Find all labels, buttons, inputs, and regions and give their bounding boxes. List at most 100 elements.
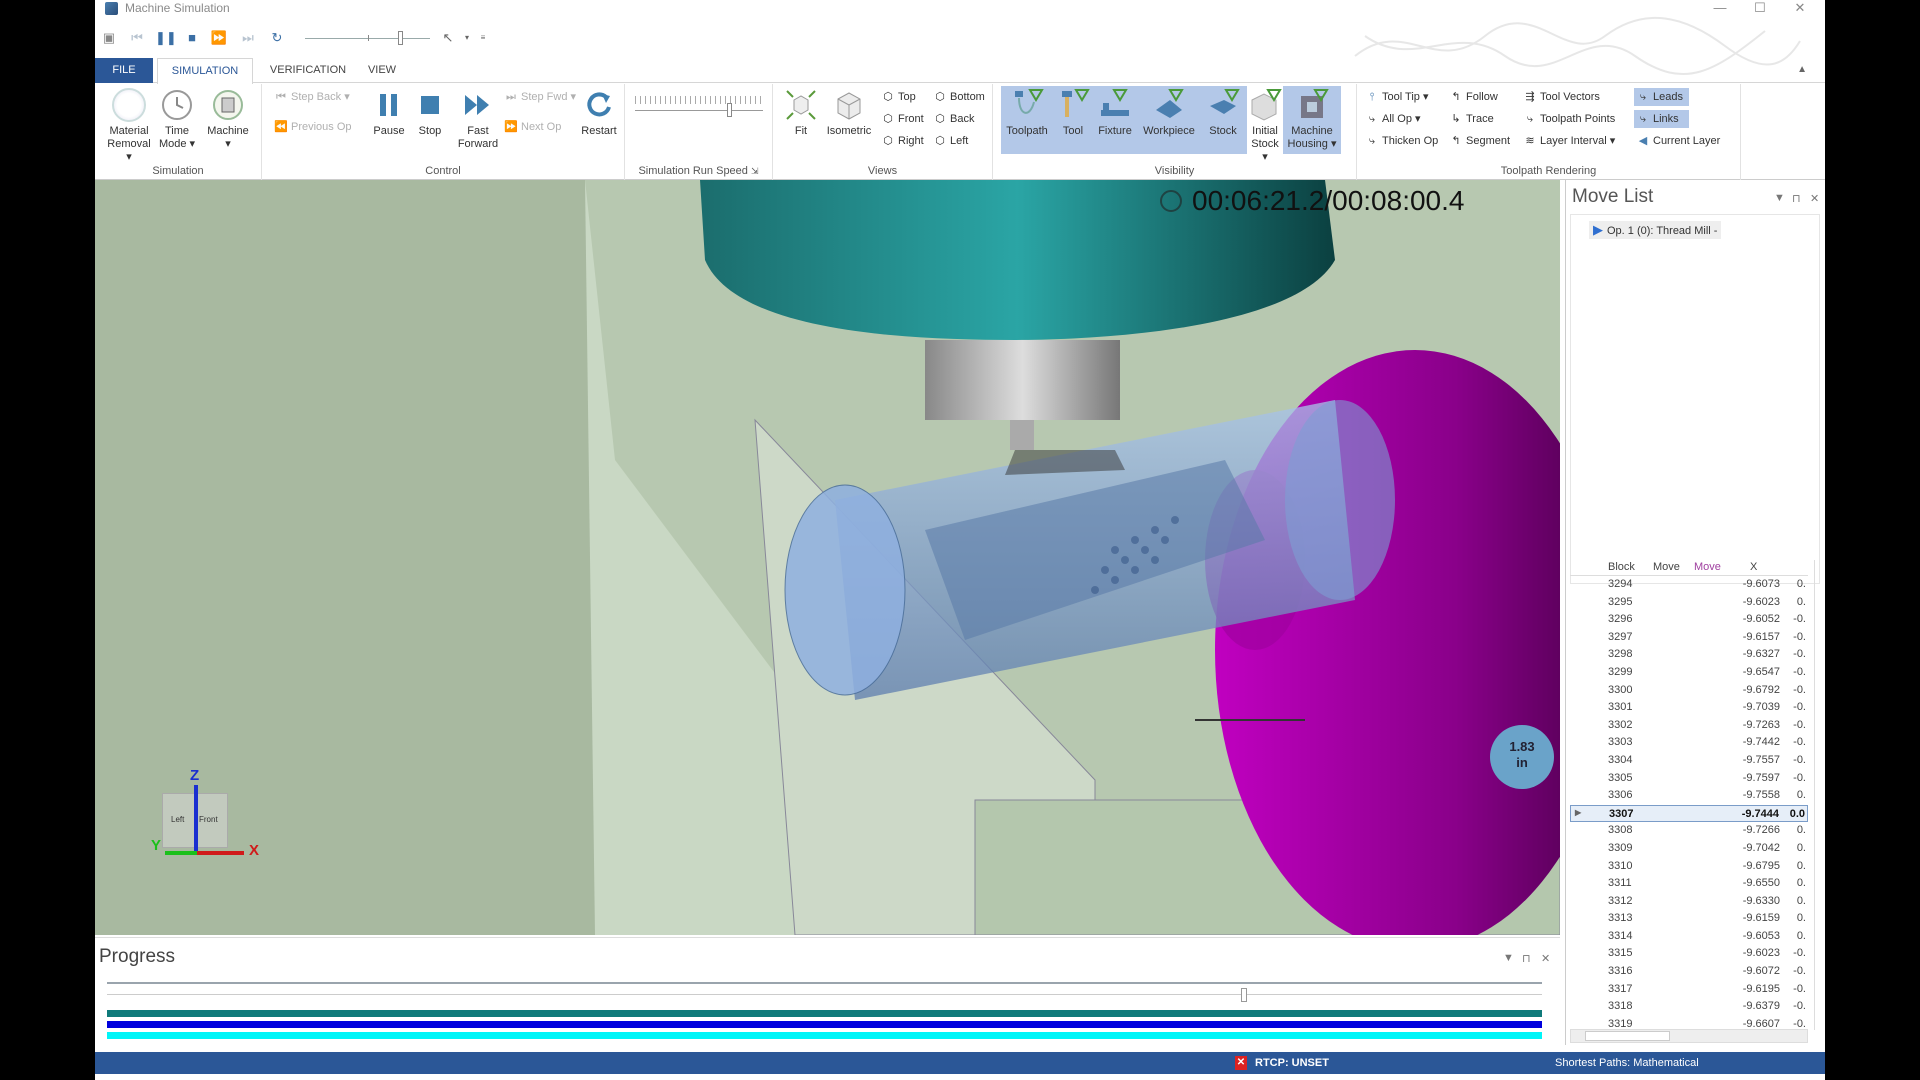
speed-slider-track[interactable] — [635, 110, 763, 111]
restart-icon[interactable]: ↻ — [267, 28, 287, 48]
move-row[interactable]: 3305 -9.7597 -0. — [1570, 770, 1808, 788]
col-move[interactable]: Move — [1653, 561, 1680, 573]
scroll-thumb[interactable] — [1585, 1031, 1670, 1041]
rtcp-status[interactable]: RTCP: UNSET — [1255, 1057, 1329, 1069]
fast-forward-button[interactable]: Fast Forward — [454, 88, 502, 151]
move-row[interactable]: 3295 -9.6023 0. — [1570, 594, 1808, 612]
fast-forward-icon[interactable]: ⏩ — [209, 28, 229, 48]
move-row[interactable]: 3294 -9.6073 0. — [1570, 576, 1808, 594]
view-top-button[interactable]: ⬡ Top — [879, 88, 918, 106]
horizontal-scrollbar[interactable] — [1570, 1029, 1808, 1043]
move-row[interactable]: 3310 -9.6795 0. — [1570, 858, 1808, 876]
all-op-button[interactable]: ⤷ All Op ▾ — [1363, 110, 1423, 128]
isometric-button[interactable]: Isometric — [823, 88, 875, 138]
initial-stock-toggle[interactable]: Initial Stock ▾ — [1247, 88, 1283, 164]
tab-simulation[interactable]: SIMULATION — [157, 58, 253, 84]
save-icon[interactable]: ▣ — [99, 28, 119, 48]
next-op-button[interactable]: ⏩ Next Op — [502, 118, 563, 136]
fit-button[interactable]: Fit — [781, 88, 821, 138]
move-row[interactable]: 3299 -9.6547 -0. — [1570, 664, 1808, 682]
panel-menu-icon[interactable]: ▼ — [1774, 192, 1785, 204]
pause-icon[interactable]: ❚❚ — [155, 28, 177, 48]
step-fwd-button[interactable]: ⏭ Step Fwd ▾ — [502, 88, 578, 106]
col-x[interactable]: X — [1750, 561, 1757, 573]
toolpath-toggle[interactable]: Toolpath — [1001, 88, 1053, 138]
col-move-2[interactable]: Move — [1694, 561, 1721, 573]
view-right-button[interactable]: ⬡ Right — [879, 132, 926, 150]
move-row[interactable]: 3311 -9.6550 0. — [1570, 875, 1808, 893]
move-row[interactable]: 3317 -9.6195 -0. — [1570, 981, 1808, 999]
skip-end-icon[interactable]: ⏭ — [238, 28, 258, 48]
customize-qat-icon[interactable]: ≡ — [473, 28, 493, 48]
progress-slider-track[interactable] — [107, 994, 1542, 995]
stock-toggle[interactable]: Stock — [1201, 88, 1245, 138]
view-left-button[interactable]: ⬡ Left — [931, 132, 970, 150]
previous-op-button[interactable]: ⏪ Previous Op — [272, 118, 354, 136]
close-icon[interactable]: ✕ — [1541, 952, 1550, 965]
move-row[interactable]: 3301 -9.7039 -0. — [1570, 699, 1808, 717]
vertical-scrollbar[interactable] — [1814, 560, 1822, 1030]
tab-file[interactable]: FILE — [95, 58, 153, 83]
simulation-viewport[interactable]: 00:06:21.2/00:08:00.4 Left Front Z X Y 1… — [95, 180, 1560, 935]
trace-button[interactable]: ↳ Trace — [1447, 110, 1496, 128]
time-mode-button[interactable]: Time Mode ▾ — [157, 88, 197, 151]
move-row[interactable]: 3318 -9.6379 -0. — [1570, 998, 1808, 1016]
move-row[interactable]: 3313 -9.6159 0. — [1570, 910, 1808, 928]
toolpath-points-button[interactable]: ⤷ Toolpath Points — [1521, 110, 1617, 128]
move-row[interactable]: 3304 -9.7557 -0. — [1570, 752, 1808, 770]
qat-speed-slider-thumb[interactable] — [398, 31, 403, 45]
tool-toggle[interactable]: Tool — [1055, 88, 1091, 138]
current-layer-button[interactable]: ◀ Current Layer — [1634, 132, 1722, 150]
move-row[interactable]: 3314 -9.6053 0. — [1570, 928, 1808, 946]
move-row[interactable]: 3308 -9.7266 0. — [1570, 822, 1808, 840]
skip-start-icon[interactable]: ⏮ — [127, 28, 147, 48]
progress-slider-thumb[interactable] — [1240, 988, 1247, 1002]
axis-triad[interactable]: Left Front Z X Y — [135, 767, 265, 865]
move-row[interactable]: 3302 -9.7263 -0. — [1570, 717, 1808, 735]
segment-button[interactable]: ↰ Segment — [1447, 132, 1512, 150]
restart-button[interactable]: Restart — [577, 88, 621, 138]
links-toggle[interactable]: ⤷ Links — [1634, 110, 1689, 128]
tree-node-operation[interactable]: ▶ Op. 1 (0): Thread Mill - — [1589, 221, 1722, 239]
tool-tip-button[interactable]: ⫯ Tool Tip ▾ — [1363, 88, 1431, 106]
step-back-button[interactable]: ⏮ Step Back ▾ — [272, 88, 352, 106]
move-row[interactable]: 3303 -9.7442 -0. — [1570, 734, 1808, 752]
view-back-button[interactable]: ⬡ Back — [931, 110, 976, 128]
move-row[interactable]: 3298 -9.6327 -0. — [1570, 646, 1808, 664]
pin-icon[interactable]: ⊓ — [1522, 952, 1531, 965]
move-row[interactable]: 3296 -9.6052 -0. — [1570, 611, 1808, 629]
close-icon[interactable]: ✕ — [1810, 192, 1819, 205]
view-bottom-button[interactable]: ⬡ Bottom — [931, 88, 987, 106]
stop-icon[interactable]: ■ — [182, 28, 202, 48]
pin-icon[interactable]: ⊓ — [1792, 192, 1801, 205]
move-row[interactable]: 3316 -9.6072 -0. — [1570, 963, 1808, 981]
panel-menu-icon[interactable]: ▼ — [1503, 952, 1514, 964]
move-row[interactable]: ▶ 3307 -9.7444 0.0 — [1570, 804, 1808, 823]
workpiece-toggle[interactable]: Workpiece — [1139, 88, 1199, 138]
pointer-icon[interactable]: ↖ — [438, 28, 458, 48]
material-removal-button[interactable]: Material Removal ▾ — [105, 88, 153, 164]
col-block[interactable]: Block — [1608, 561, 1635, 573]
move-row[interactable]: 3306 -9.7558 0. — [1570, 787, 1808, 805]
stop-button[interactable]: Stop — [412, 88, 448, 138]
move-row[interactable]: 3312 -9.6330 0. — [1570, 893, 1808, 911]
tool-vectors-button[interactable]: ⇶ Tool Vectors — [1521, 88, 1602, 106]
shortest-paths-status[interactable]: Shortest Paths: Mathematical — [1555, 1057, 1699, 1069]
pause-button[interactable]: Pause — [370, 88, 408, 138]
move-row[interactable]: 3319 -9.6607 -0. — [1570, 1016, 1808, 1028]
machine-button[interactable]: Machine ▾ — [203, 88, 253, 151]
collapse-ribbon-icon[interactable]: ▲ — [1797, 64, 1807, 75]
view-front-button[interactable]: ⬡ Front — [879, 110, 926, 128]
move-row[interactable]: 3297 -9.6157 -0. — [1570, 629, 1808, 647]
move-row[interactable]: 3300 -9.6792 -0. — [1570, 682, 1808, 700]
move-row[interactable]: 3309 -9.7042 0. — [1570, 840, 1808, 858]
thicken-op-button[interactable]: ⤷ Thicken Op — [1363, 132, 1440, 150]
move-row[interactable]: 3315 -9.6023 -0. — [1570, 945, 1808, 963]
fixture-toggle[interactable]: Fixture — [1093, 88, 1137, 138]
layer-interval-button[interactable]: ≋ Layer Interval ▾ — [1521, 132, 1617, 150]
machine-housing-toggle[interactable]: Machine Housing ▾ — [1285, 88, 1339, 151]
dialog-launcher-icon[interactable]: ⇲ — [751, 166, 759, 176]
tab-verification[interactable]: VERIFICATION — [263, 58, 353, 83]
leads-toggle[interactable]: ⤷ Leads — [1634, 88, 1689, 106]
speed-slider-thumb[interactable] — [727, 103, 733, 117]
